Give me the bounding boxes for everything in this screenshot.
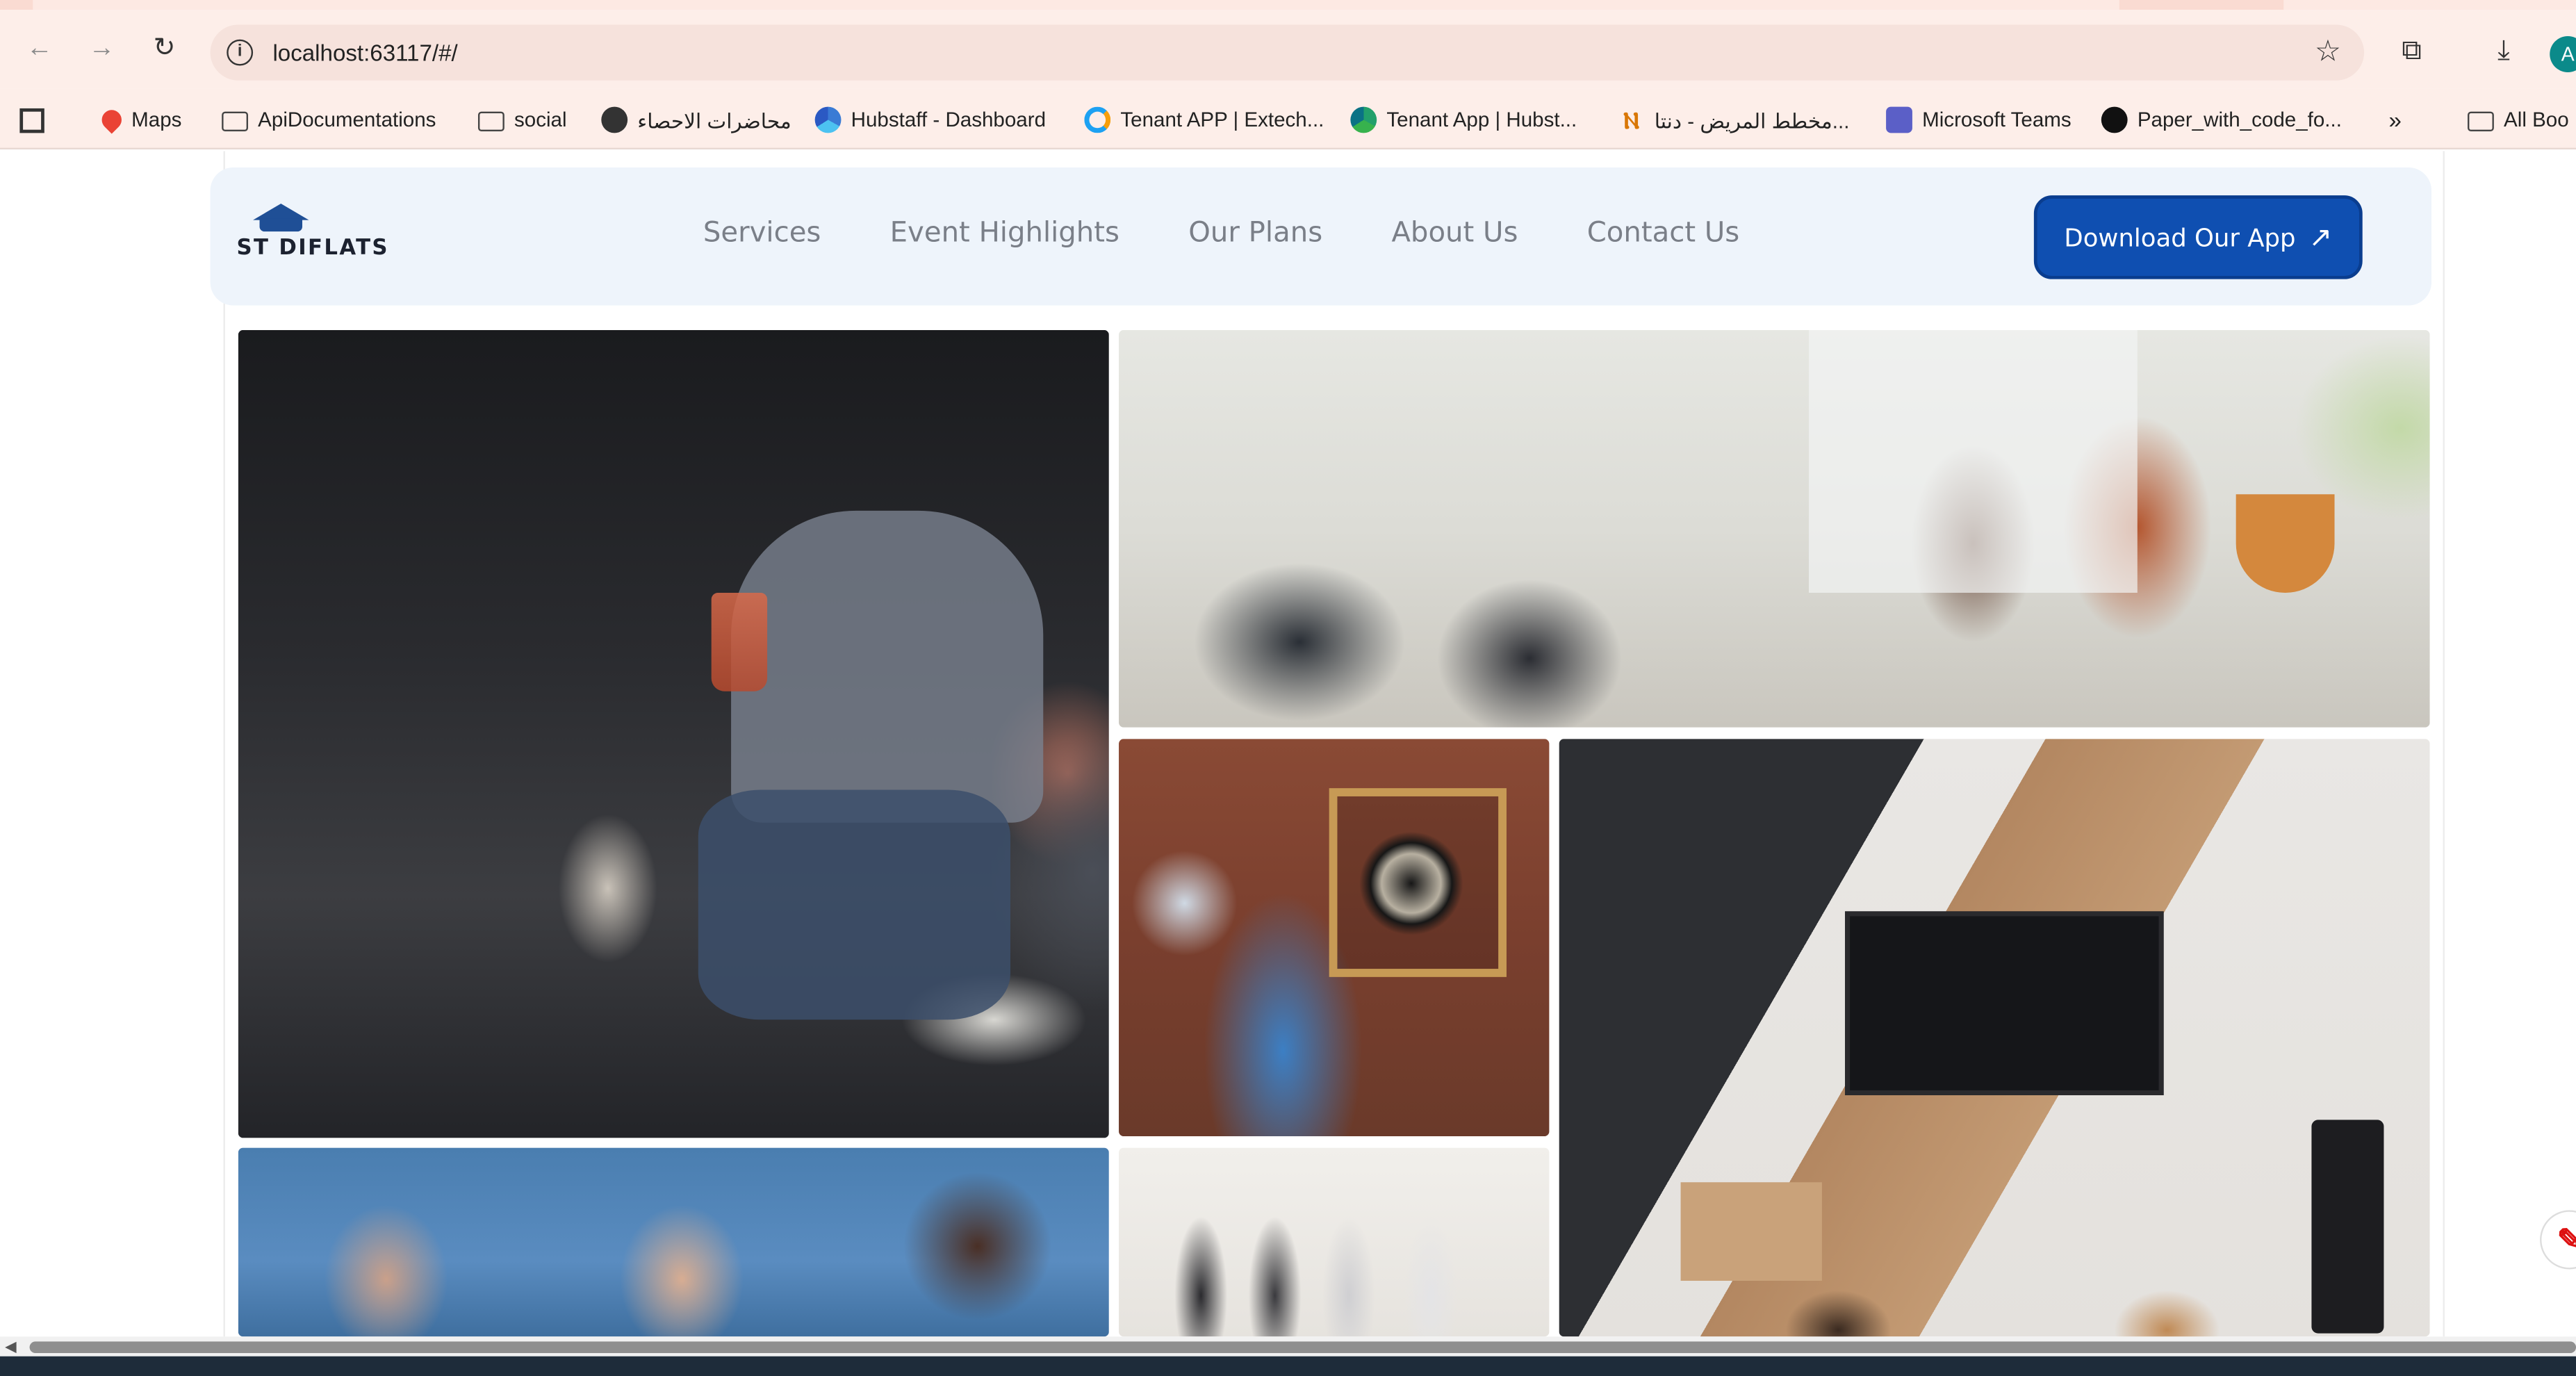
scrollbar-thumb[interactable]	[29, 1341, 2576, 1353]
bookmark-paper-with-code[interactable]: Paper_with_code_fo...	[2101, 104, 2342, 136]
container-border	[2443, 151, 2445, 1337]
photo-detail	[731, 510, 1044, 823]
horizontal-scrollbar[interactable]: ◀	[0, 1336, 2576, 1357]
nav-event-highlights[interactable]: Event Highlights	[890, 217, 1119, 249]
bookmark-tenant-app-hubstaff[interactable]: Tenant App | Hubst...	[1350, 104, 1577, 136]
tab[interactable]	[2283, 0, 2576, 10]
maps-pin-icon	[97, 106, 126, 134]
teams-icon	[1886, 106, 1912, 133]
bookmark-microsoft-teams[interactable]: Microsoft Teams	[1886, 104, 2072, 136]
dental-icon: Ⲛ	[1623, 106, 1640, 133]
photo-detail	[1559, 1280, 2430, 1337]
bookmark-tenant-app-extech[interactable]: Tenant APP | Extech...	[1084, 104, 1324, 136]
url-text[interactable]: localhost:63117/#/	[272, 40, 457, 66]
bookmark-apidocumentations[interactable]: ApiDocumentations	[222, 104, 436, 136]
bookmark-statistics-lectures[interactable]: محاضرات الاحصاء	[601, 104, 791, 136]
site-info-icon[interactable]: i	[227, 39, 254, 66]
download-app-label: Download Our App	[2064, 222, 2296, 252]
group-meeting-photo	[238, 1147, 1109, 1337]
download-app-button[interactable]: Download Our App ↗	[2033, 195, 2363, 279]
nav-about-us[interactable]: About Us	[1391, 217, 1518, 249]
hubstaff-icon	[1350, 106, 1377, 133]
all-bookmarks-button[interactable]: All Boo	[2468, 104, 2569, 136]
bookmark-social[interactable]: social	[477, 104, 567, 136]
folder-icon	[2468, 111, 2494, 132]
hubstaff-icon	[814, 106, 842, 133]
address-bar[interactable]: i localhost:63117/#/ ☆	[210, 24, 2365, 81]
bookmarks-overflow-button[interactable]: »	[2389, 104, 2402, 136]
main-nav: Services Event Highlights Our Plans Abou…	[703, 217, 1739, 249]
bookmark-hubstaff-dashboard[interactable]: Hubstaff - Dashboard	[814, 104, 1046, 136]
active-tab[interactable]	[33, 0, 2119, 10]
classroom-presentation-photo	[1119, 329, 2430, 728]
darts-game-photo	[1119, 739, 1550, 1137]
page-viewport: ST DIFLATS Services Event Highlights Our…	[0, 151, 2576, 1337]
friends-walking-photo	[1119, 1147, 1550, 1337]
tab-strip	[0, 0, 2576, 10]
scroll-left-icon[interactable]: ◀	[5, 1336, 16, 1356]
taskbar	[0, 1356, 2576, 1376]
bookmark-patient-chart[interactable]: Ⲛ مخطط المريض - دنتا...	[1618, 104, 1849, 136]
browser-toolbar: ← → ↻ i localhost:63117/#/ ☆ ⧉ ⤓ A	[0, 10, 2576, 89]
bookmarks-bar: Maps ApiDocumentations social محاضرات ال…	[0, 88, 2576, 150]
folder-icon	[222, 111, 248, 132]
photo-detail	[1329, 788, 1507, 977]
photo-detail	[711, 592, 768, 691]
bookmark-maps[interactable]: Maps	[97, 104, 181, 136]
github-icon	[2101, 106, 2128, 133]
tenant-icon	[1084, 106, 1111, 133]
back-arrow-icon[interactable]: ←	[23, 33, 56, 65]
tv-lounge-photo	[1559, 739, 2430, 1337]
graduation-cap-base	[259, 218, 303, 232]
profile-avatar[interactable]: A	[2550, 35, 2576, 72]
photo-detail	[1680, 1182, 1822, 1281]
photo-detail	[2235, 494, 2335, 593]
graduation-cap-icon	[253, 203, 309, 220]
site-logo[interactable]: ST DIFLATS	[236, 203, 400, 276]
forward-arrow-icon[interactable]: →	[85, 33, 118, 65]
photo-detail	[1844, 911, 2164, 1095]
extensions-icon[interactable]: ⧉	[2395, 35, 2428, 67]
photo-detail	[698, 789, 1010, 1020]
site-header: ST DIFLATS Services Event Highlights Our…	[210, 167, 2432, 306]
container-border	[223, 151, 225, 1337]
pdf-reader-icon[interactable]: ✎	[2540, 1210, 2576, 1270]
nav-services[interactable]: Services	[703, 217, 821, 249]
bookmark-star-icon[interactable]: ☆	[2315, 35, 2341, 69]
nav-contact-us[interactable]: Contact Us	[1587, 217, 1740, 249]
arrow-up-right-icon: ↗	[2308, 220, 2333, 254]
folder-icon	[477, 111, 504, 132]
cinema-audience-photo	[238, 329, 1109, 1138]
photo-detail	[1808, 329, 2138, 593]
download-icon[interactable]: ⤓	[2487, 35, 2520, 67]
nav-our-plans[interactable]: Our Plans	[1188, 217, 1322, 249]
logo-text: ST DIFLATS	[236, 236, 389, 261]
globe-icon	[601, 106, 628, 133]
reload-icon[interactable]: ↻	[148, 33, 181, 65]
apps-grid-icon[interactable]	[19, 104, 44, 136]
